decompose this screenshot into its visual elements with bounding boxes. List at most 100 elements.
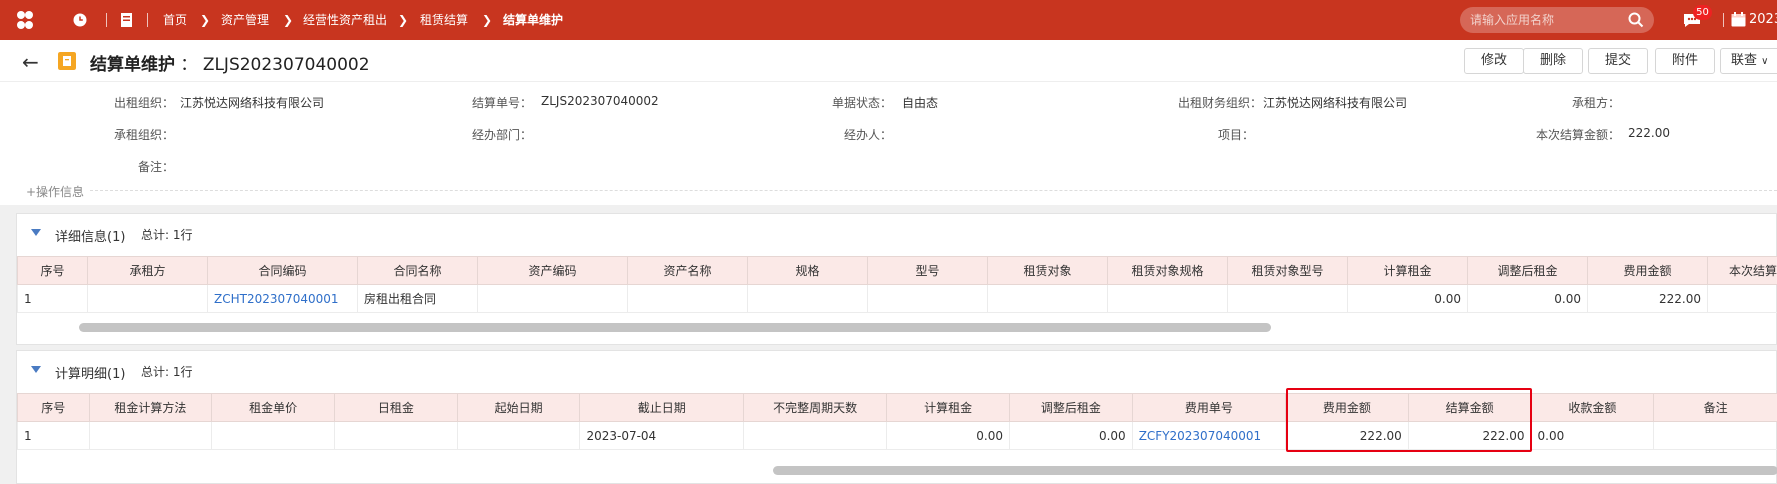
- search-icon[interactable]: [1628, 12, 1644, 28]
- app-logo-icon[interactable]: [14, 9, 36, 31]
- column-header[interactable]: 截止日期: [579, 393, 745, 422]
- document-type-icon: [58, 52, 76, 70]
- linked-query-button[interactable]: 联查 ∨: [1720, 48, 1777, 74]
- breadcrumb-operating-asset-lease[interactable]: 经营性资产租出: [303, 0, 387, 40]
- column-header[interactable]: 费用金额: [1587, 256, 1708, 285]
- app-search-box[interactable]: [1460, 7, 1654, 33]
- edit-button[interactable]: 修改: [1464, 48, 1524, 74]
- form-label: 结算单号：: [471, 96, 532, 110]
- column-header[interactable]: 本次结算: [1707, 256, 1777, 285]
- form-label: 经办人：: [843, 128, 892, 142]
- table-cell: [747, 284, 868, 313]
- table-cell: [627, 284, 748, 313]
- breadcrumb-asset-management[interactable]: 资产管理: [221, 0, 269, 40]
- column-header[interactable]: 资产名称: [627, 256, 748, 285]
- chevron-down-icon: ∨: [1761, 56, 1769, 67]
- row-count: 总计: 1行: [141, 365, 193, 379]
- panel-header[interactable]: 计算明细(1) 总计: 1行: [17, 351, 1776, 391]
- table-cell: [987, 284, 1108, 313]
- column-header[interactable]: 租金计算方法: [88, 393, 213, 422]
- table-cell: 2023-07-04: [579, 421, 745, 450]
- form-label: 本次结算金额：: [1535, 128, 1620, 142]
- column-header[interactable]: 规格: [747, 256, 868, 285]
- column-header[interactable]: 合同编码: [207, 256, 358, 285]
- delete-button[interactable]: 删除: [1523, 48, 1583, 74]
- table-cell: [1707, 284, 1777, 313]
- breadcrumb-lease-settlement[interactable]: 租赁结算: [420, 0, 468, 40]
- column-header[interactable]: 租赁对象: [987, 256, 1108, 285]
- form-value-settlement-amount: 222.00: [1628, 126, 1670, 140]
- column-header[interactable]: 租金单价: [211, 393, 336, 422]
- form-label: 经办部门：: [471, 128, 532, 142]
- top-nav-bar: 首页 ❯ 资产管理 ❯ 经营性资产租出 ❯ 租赁结算 ❯ 结算单维护 50 20…: [0, 0, 1777, 40]
- calendar-icon[interactable]: [1731, 12, 1746, 27]
- column-header[interactable]: 调整后租金: [1467, 256, 1588, 285]
- form-value-finance-org: 江苏悦达网络科技有限公司: [1263, 96, 1408, 110]
- linked-query-label: 联查: [1731, 53, 1758, 68]
- column-header[interactable]: 备注: [1653, 393, 1777, 422]
- column-header[interactable]: 承租方: [87, 256, 208, 285]
- row-count: 总计: 1行: [141, 228, 193, 242]
- column-header[interactable]: 资产编码: [477, 256, 628, 285]
- chevron-right-icon: ❯: [200, 13, 211, 27]
- table-cell: 房租出租合同: [357, 284, 478, 313]
- table-cell: [743, 421, 888, 450]
- panel-header[interactable]: 详细信息(1) 总计: 1行: [17, 214, 1776, 254]
- divider: [106, 13, 107, 27]
- panel-title: 详细信息(1): [55, 230, 126, 245]
- page-header: ← 结算单维护 ： ZLJS202307040002 修改 删除 提交 附件 联…: [0, 40, 1777, 82]
- table-cell: [456, 421, 581, 450]
- detail-table: 序号 承租方 合同编码 合同名称 资产编码 资产名称 规格 型号 租赁对象 租赁…: [17, 256, 1777, 313]
- contract-code-link[interactable]: ZCHT202307040001: [207, 284, 358, 313]
- column-header[interactable]: 起始日期: [456, 393, 581, 422]
- operation-info-toggle[interactable]: +操作信息: [26, 183, 84, 200]
- divider: [1723, 13, 1724, 27]
- column-header[interactable]: 租赁对象型号: [1227, 256, 1348, 285]
- horizontal-scrollbar[interactable]: [773, 466, 1777, 475]
- column-header[interactable]: 调整后租金: [1008, 393, 1133, 422]
- form-label: 项目：: [1217, 128, 1254, 142]
- form-label: 承租组织：: [113, 128, 174, 142]
- column-header[interactable]: 计算租金: [1347, 256, 1468, 285]
- app-search-input[interactable]: [1470, 11, 1620, 29]
- collapse-triangle-icon[interactable]: [31, 366, 41, 373]
- submit-button[interactable]: 提交: [1588, 48, 1648, 74]
- highlight-box: [1286, 388, 1532, 452]
- divider: [147, 13, 148, 27]
- breadcrumb-current-page: 结算单维护: [503, 13, 564, 27]
- form-value-doc-status: 自由态: [902, 96, 939, 110]
- history-icon[interactable]: [73, 13, 87, 27]
- table-cell: [477, 284, 628, 313]
- column-header[interactable]: 不完整周期天数: [743, 393, 888, 422]
- back-arrow-icon[interactable]: ←: [22, 50, 39, 74]
- collapse-triangle-icon[interactable]: [31, 229, 41, 236]
- table-cell: 1: [17, 284, 88, 313]
- divider: [90, 190, 1777, 191]
- column-header[interactable]: 收款金额: [1530, 393, 1655, 422]
- chevron-right-icon: ❯: [398, 13, 409, 27]
- column-header[interactable]: 计算租金: [886, 393, 1010, 422]
- expense-number-link[interactable]: ZCFY202307040001: [1131, 421, 1287, 450]
- chevron-right-icon: ❯: [283, 13, 294, 27]
- document-number: ZLJS202307040002: [202, 55, 370, 75]
- column-header[interactable]: 型号: [867, 256, 988, 285]
- horizontal-scrollbar[interactable]: [79, 323, 1271, 332]
- document-icon[interactable]: [120, 13, 133, 27]
- table-cell: [1227, 284, 1348, 313]
- form-label: 出租财务组织：: [1177, 96, 1262, 110]
- column-header[interactable]: 合同名称: [357, 256, 478, 285]
- table-row[interactable]: 1 ZCHT202307040001 房租出租合同 0.00 0.00 222.…: [17, 284, 1777, 313]
- column-header[interactable]: 序号: [17, 393, 90, 422]
- column-header[interactable]: 费用单号: [1131, 393, 1287, 422]
- column-header[interactable]: 序号: [17, 256, 88, 285]
- breadcrumb-home[interactable]: 首页: [163, 0, 187, 40]
- table-cell: [87, 284, 208, 313]
- table-cell: 0.00: [886, 421, 1010, 450]
- column-header[interactable]: 日租金: [334, 393, 458, 422]
- column-header[interactable]: 租赁对象规格: [1107, 256, 1228, 285]
- table-cell: 0.00: [1008, 421, 1133, 450]
- table-header-row: 序号 承租方 合同编码 合同名称 资产编码 资产名称 规格 型号 租赁对象 租赁…: [17, 256, 1777, 285]
- attachment-button[interactable]: 附件: [1655, 48, 1715, 74]
- table-cell: [1653, 421, 1777, 450]
- form-value-lessor-org: 江苏悦达网络科技有限公司: [180, 96, 325, 110]
